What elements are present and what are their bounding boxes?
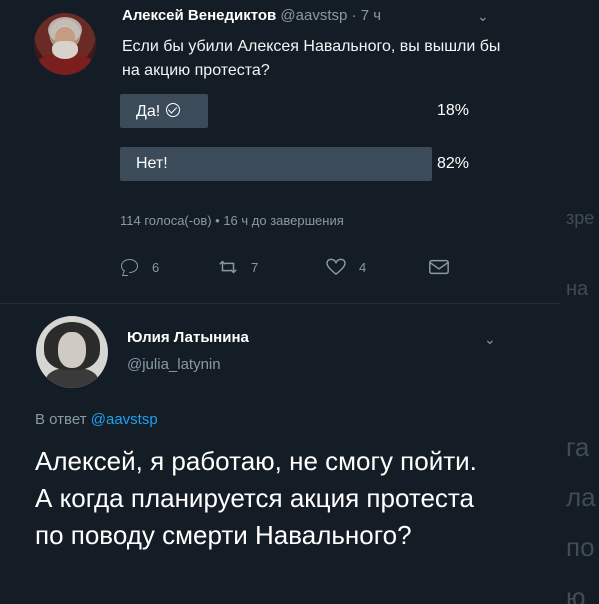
like-count: 4 (359, 259, 367, 275)
author-name[interactable]: Юлия Латынина (127, 329, 249, 346)
retweet-button[interactable]: 7 (217, 258, 258, 276)
author-handle[interactable]: @aavstsp (280, 7, 347, 24)
like-button[interactable]: 4 (325, 258, 366, 276)
tweet-header: Алексей Венедиктов @aavstsp · 7 ч (122, 7, 381, 24)
tweet-text: Если бы убили Алексея Навального, вы выш… (122, 38, 501, 79)
avatar-venediktov[interactable] (34, 13, 96, 75)
background-fragment: ю (566, 582, 586, 604)
background-fragment: по (566, 532, 595, 562)
direct-message-icon (429, 259, 449, 275)
reply-count: 6 (152, 259, 160, 275)
time-separator: · (347, 7, 361, 24)
background-fragment: ла (566, 482, 596, 512)
tweet-actions: 6 7 4 (120, 258, 460, 282)
poll-meta: 114 голоса(-ов) • 16 ч до завершения (120, 213, 344, 228)
like-icon (326, 258, 346, 276)
background-fragment: на (566, 278, 589, 300)
avatar-latynina[interactable] (36, 316, 108, 388)
poll-option-label: Да! (136, 102, 181, 121)
retweet-icon (219, 260, 237, 274)
chevron-down-icon[interactable]: ⌄ (484, 331, 496, 348)
poll-option-yes: Да! 18% (120, 94, 480, 128)
poll-option-percent: 82% (437, 155, 470, 172)
reply-button[interactable]: 6 (120, 258, 159, 276)
tweet-venediktov: Алексей Венедиктов @aavstsp · 7 ч ⌄ Если… (0, 0, 560, 300)
tweet-text: Алексей, я работаю, не смогу пойти. А ко… (35, 446, 477, 550)
author-name[interactable]: Алексей Венедиктов (122, 7, 276, 24)
chevron-down-icon[interactable]: ⌄ (477, 8, 489, 25)
poll-option-no: Нет! 82% (120, 147, 480, 181)
poll-option-percent: 18% (437, 102, 470, 119)
reply-prefix: В ответ (35, 411, 91, 428)
reply-icon (120, 258, 140, 276)
reply-context: В ответ @aavstsp (35, 411, 158, 428)
retweet-count: 7 (251, 259, 259, 275)
author-handle[interactable]: @julia_latynin (127, 356, 221, 373)
tweet-time[interactable]: 7 ч (361, 7, 381, 24)
tweet-divider (0, 303, 560, 304)
background-fragment: га (566, 432, 590, 462)
poll-option-label: Нет! (136, 155, 168, 172)
direct-message-button[interactable] (428, 258, 450, 276)
background-fragment: зре (566, 208, 595, 228)
reply-mention-link[interactable]: @aavstsp (91, 411, 158, 428)
checkmark-icon (166, 103, 181, 117)
